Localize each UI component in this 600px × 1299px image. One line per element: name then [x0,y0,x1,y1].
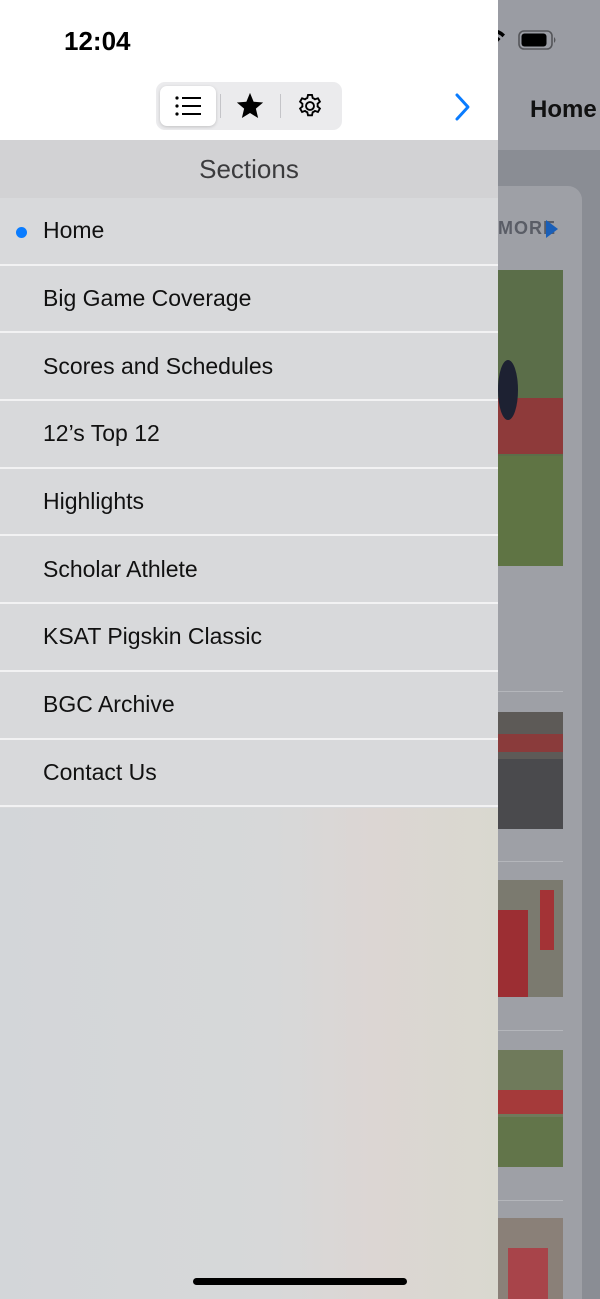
background-thumbnail [498,1050,563,1167]
sidebar-item-label: Home [43,217,105,244]
sidebar-item-label: Scores and Schedules [43,352,274,379]
status-time: 12:04 [64,26,131,56]
background-thumbnail [498,1218,563,1299]
sidebar-item-ksat-pigskin-classic[interactable]: KSAT Pigskin Classic [0,604,498,672]
sidebar-item-contact-us[interactable]: Contact Us [0,739,498,808]
drawer-top-bar: 12:04 [0,0,498,140]
background-header [498,0,600,150]
sidebar-item-label: 12’s Top 12 [43,420,160,447]
battery-icon [518,30,556,50]
play-arrow-icon [546,220,558,238]
background-divider [498,1200,563,1201]
sidebar-item-bgc-archive[interactable]: BGC Archive [0,671,498,740]
background-divider [498,691,563,692]
gear-icon [298,93,322,117]
sidebar-item-label: Contact Us [43,758,157,785]
sidebar-item-label: BGC Archive [43,691,175,718]
chevron-right-icon[interactable] [450,92,474,122]
star-icon [236,92,264,118]
selected-indicator [16,227,27,238]
background-divider [498,861,563,862]
sidebar-item-top-12[interactable]: 12’s Top 12 [0,401,498,469]
background-thumbnail [498,880,563,997]
sidebar-item-label: KSAT Pigskin Classic [43,623,262,650]
sections-drawer: 12:04 Sections Home Big Game Coverage Sc… [0,0,498,1299]
sidebar-item-big-game-coverage[interactable]: Big Game Coverage [0,265,498,334]
tab-settings[interactable] [282,86,338,126]
list-icon [175,96,201,116]
sections-title: Sections [199,153,299,184]
home-indicator[interactable] [193,1278,407,1285]
segment-divider [280,94,281,118]
sidebar-item-scores-and-schedules[interactable]: Scores and Schedules [0,333,498,402]
sidebar-item-scholar-athlete[interactable]: Scholar Athlete [0,536,498,605]
background-page-title: Home [530,96,597,123]
sidebar-item-highlights[interactable]: Highlights [0,468,498,537]
sections-header: Sections [0,140,498,198]
segment-divider [220,94,221,118]
tab-sections[interactable] [160,86,216,126]
sidebar-item-label: Scholar Athlete [43,555,198,582]
sidebar-item-label: Big Game Coverage [43,285,252,312]
background-thumbnail [498,712,563,829]
drawer-backdrop [0,808,498,1299]
sidebar-item-home[interactable]: Home [0,198,498,266]
background-divider [498,1030,563,1031]
tab-favorites[interactable] [222,86,278,126]
sidebar-item-label: Highlights [43,488,144,515]
background-thumbnail [498,270,563,566]
sections-list: Home Big Game Coverage Scores and Schedu… [0,198,498,808]
drawer-mode-switcher [156,82,342,130]
